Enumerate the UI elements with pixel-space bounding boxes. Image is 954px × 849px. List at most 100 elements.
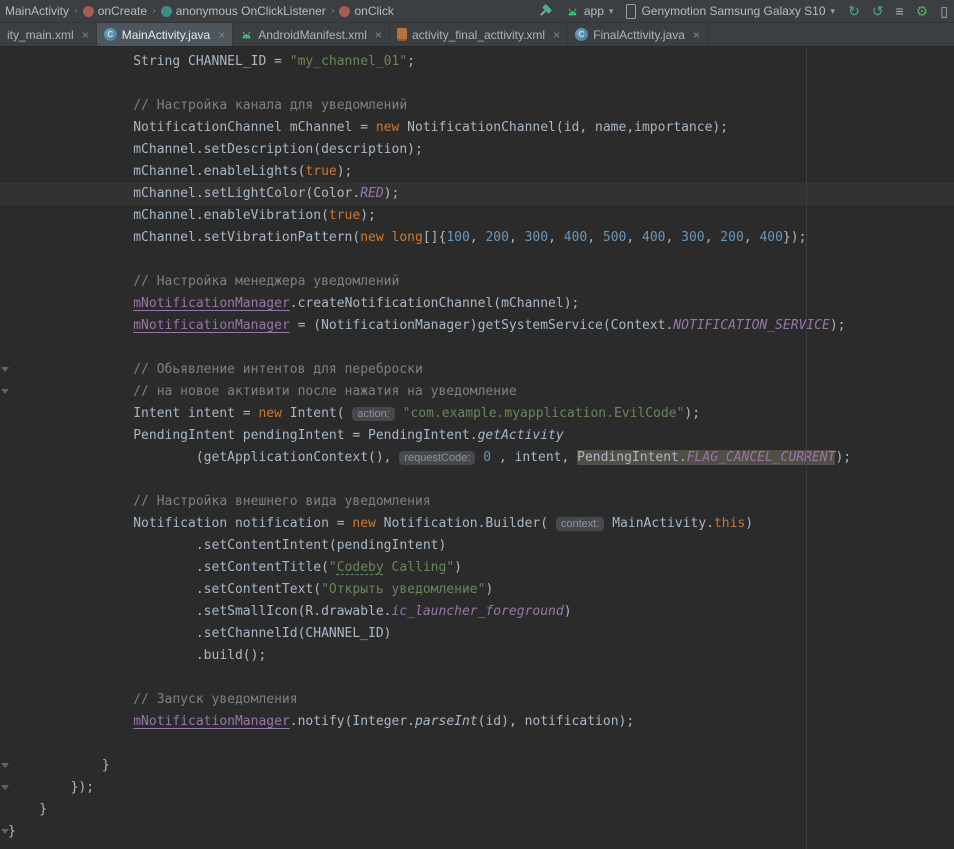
- fold-marker-icon[interactable]: [1, 367, 9, 372]
- code-line[interactable]: [0, 733, 954, 755]
- code-line[interactable]: .setSmallIcon(R.drawable.ic_launcher_for…: [0, 601, 954, 623]
- device-frame-icon[interactable]: ▯: [940, 4, 948, 18]
- code-line[interactable]: mChannel.enableLights(true);: [0, 161, 954, 183]
- code-line[interactable]: // Обьявление интентов для переброски: [0, 359, 954, 381]
- close-tab-icon[interactable]: ×: [553, 29, 560, 41]
- code-line[interactable]: [0, 667, 954, 689]
- close-tab-icon[interactable]: ×: [693, 29, 700, 41]
- fold-marker-icon[interactable]: [1, 829, 9, 834]
- code-line[interactable]: .setContentIntent(pendingIntent): [0, 535, 954, 557]
- code-token: });: [783, 230, 806, 245]
- navigation-bar: MainActivity›onCreate›anonymous OnClickL…: [0, 0, 954, 23]
- editor-tab[interactable]: CFinalActtivity.java×: [568, 23, 708, 46]
- code-editor[interactable]: String CHANNEL_ID = "my_channel_01"; // …: [0, 47, 954, 849]
- code-line[interactable]: .setChannelId(CHANNEL_ID): [0, 623, 954, 645]
- code-token: PendingIntent.: [577, 450, 687, 465]
- breadcrumb-item[interactable]: MainActivity: [3, 4, 71, 18]
- run-config-selector[interactable]: app ▾: [566, 4, 614, 18]
- code-token: [384, 230, 392, 245]
- breadcrumb-separator-icon: ›: [152, 5, 156, 17]
- code-line[interactable]: mNotificationManager.notify(Integer.pars…: [0, 711, 954, 733]
- code-line[interactable]: .setContentText("Открыть уведомление"): [0, 579, 954, 601]
- code-token: "com.example.myapplication.EvilCode": [403, 406, 685, 421]
- breadcrumb-label: MainActivity: [5, 4, 69, 18]
- code-token: );: [830, 318, 846, 333]
- code-line[interactable]: // на новое активити после нажатия на ув…: [0, 381, 954, 403]
- code-line[interactable]: [0, 249, 954, 271]
- code-token: );: [835, 450, 851, 465]
- breadcrumb: MainActivity›onCreate›anonymous OnClickL…: [3, 4, 396, 18]
- tab-label: AndroidManifest.xml: [258, 28, 367, 42]
- close-tab-icon[interactable]: ×: [218, 29, 225, 41]
- xml-file-icon: [397, 28, 407, 41]
- code-token: parseInt: [415, 714, 478, 729]
- fold-marker-icon[interactable]: [1, 389, 9, 394]
- code-line[interactable]: });: [0, 777, 954, 799]
- fold-marker-icon[interactable]: [1, 763, 9, 768]
- code-line[interactable]: mChannel.setVibrationPattern(new long[]{…: [0, 227, 954, 249]
- editor-tab[interactable]: activity_final_acttivity.xml×: [390, 23, 568, 46]
- code-token: PendingIntent pendingIntent = PendingInt…: [8, 428, 478, 443]
- code-line[interactable]: .setContentTitle("Codeby Calling"): [0, 557, 954, 579]
- code-token: [8, 318, 133, 333]
- code-line[interactable]: mChannel.setLightColor(Color.RED);: [0, 183, 954, 205]
- close-tab-icon[interactable]: ×: [375, 29, 382, 41]
- code-line[interactable]: Notification notification = new Notifica…: [0, 513, 954, 535]
- editor-tab[interactable]: C MainActivity.java ×: [97, 23, 234, 46]
- code-token: }: [8, 758, 110, 773]
- code-token: FLAG_CANCEL_CURRENT: [687, 450, 836, 465]
- code-line[interactable]: // Запуск уведомления: [0, 689, 954, 711]
- code-line[interactable]: mChannel.enableVibration(true);: [0, 205, 954, 227]
- code-line[interactable]: }: [0, 755, 954, 777]
- device-selector[interactable]: Genymotion Samsung Galaxy S10 ▾: [626, 4, 835, 19]
- code-token: );: [360, 208, 376, 223]
- code-line[interactable]: // Настройка канала для уведомлений: [0, 95, 954, 117]
- chevron-down-icon: ▾: [609, 6, 614, 17]
- fold-marker-icon[interactable]: [1, 785, 9, 790]
- editor-tab[interactable]: AndroidManifest.xml ×: [233, 23, 390, 46]
- apply-changes-icon[interactable]: ↻: [848, 4, 860, 18]
- code-token: NotificationChannel(id, name,importance)…: [399, 120, 728, 135]
- android-studio-window: MainActivity›onCreate›anonymous OnClickL…: [0, 0, 954, 849]
- code-token: Codeby: [337, 560, 384, 575]
- code-line[interactable]: .build();: [0, 645, 954, 667]
- code-line[interactable]: NotificationChannel mChannel = new Notif…: [0, 117, 954, 139]
- code-line[interactable]: mChannel.setDescription(description);: [0, 139, 954, 161]
- tab-label: MainActivity.java: [122, 28, 210, 42]
- code-line[interactable]: (getApplicationContext(), requestCode: 0…: [0, 447, 954, 469]
- code-line[interactable]: // Настройка внешнего вида уведомления: [0, 491, 954, 513]
- code-line[interactable]: }: [0, 799, 954, 821]
- code-line[interactable]: }: [0, 821, 954, 843]
- code-token: // на новое активити после нажатия на ув…: [8, 384, 517, 399]
- code-token: (id), notification);: [478, 714, 635, 729]
- code-line[interactable]: mNotificationManager.createNotificationC…: [0, 293, 954, 315]
- code-token: Intent intent =: [8, 406, 258, 421]
- code-token: true: [329, 208, 360, 223]
- code-line[interactable]: [0, 337, 954, 359]
- code-line[interactable]: [0, 73, 954, 95]
- sync-gradle-icon[interactable]: ⚙: [916, 4, 929, 18]
- profiler-icon[interactable]: ≡: [896, 4, 904, 18]
- code-token: ): [485, 582, 493, 597]
- apply-code-changes-icon[interactable]: ↺: [872, 4, 884, 18]
- code-token: .notify(Integer.: [290, 714, 415, 729]
- build-hammer-icon[interactable]: [537, 3, 553, 19]
- code-token: mChannel.enableLights(: [8, 164, 305, 179]
- editor-tab[interactable]: ity_main.xml×: [0, 23, 97, 46]
- close-tab-icon[interactable]: ×: [82, 29, 89, 41]
- code-line[interactable]: PendingIntent pendingIntent = PendingInt…: [0, 425, 954, 447]
- breadcrumb-item[interactable]: onClick: [337, 4, 395, 18]
- code-token: []{: [423, 230, 446, 245]
- breadcrumb-separator-icon: ›: [74, 5, 78, 17]
- code-line[interactable]: // Настройка менеджера уведомлений: [0, 271, 954, 293]
- code-line[interactable]: mNotificationManager = (NotificationMana…: [0, 315, 954, 337]
- code-line[interactable]: Intent intent = new Intent( action: "com…: [0, 403, 954, 425]
- code-token: 300: [681, 230, 704, 245]
- breadcrumb-item[interactable]: anonymous OnClickListener: [159, 4, 328, 18]
- code-token: 0: [483, 450, 491, 465]
- class-icon: C: [104, 28, 117, 41]
- code-line[interactable]: [0, 469, 954, 491]
- code-line[interactable]: String CHANNEL_ID = "my_channel_01";: [0, 51, 954, 73]
- code-token: ): [454, 560, 462, 575]
- breadcrumb-item[interactable]: onCreate: [81, 4, 149, 18]
